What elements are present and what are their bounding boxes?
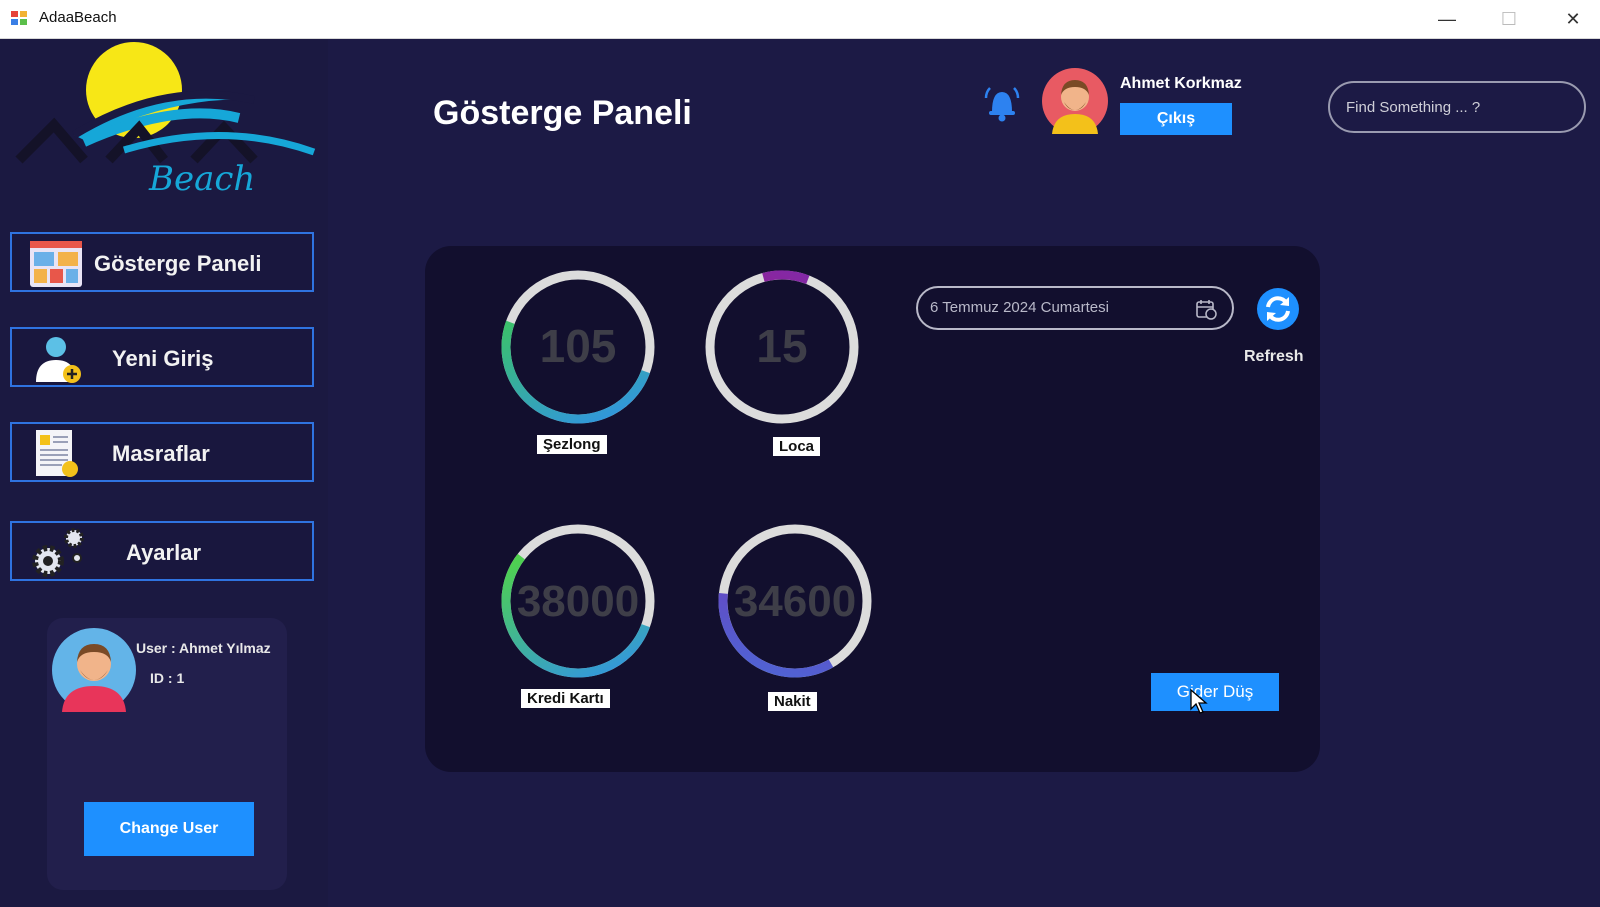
gauge-label: Nakit xyxy=(768,692,817,711)
nav-label: Yeni Giriş xyxy=(112,346,214,371)
nav-label: Gösterge Paneli xyxy=(94,251,262,276)
gauge-value: 38000 xyxy=(517,577,639,626)
date-value: 6 Temmuz 2024 Cumartesi xyxy=(930,299,1109,316)
calendar-icon[interactable] xyxy=(1195,298,1217,320)
user-name: User : Ahmet Yılmaz xyxy=(136,640,271,656)
refresh-icon[interactable] xyxy=(1256,287,1300,331)
gauge-value: 15 xyxy=(756,320,807,372)
gauge-label: Kredi Kartı xyxy=(521,689,610,708)
maximize-button[interactable]: ☐ xyxy=(1486,4,1532,34)
nav-label: Ayarlar xyxy=(126,540,202,565)
nav-dashboard[interactable]: Gösterge Paneli xyxy=(10,232,314,292)
gauge-value: 105 xyxy=(540,320,617,372)
document-icon xyxy=(36,430,78,477)
svg-text:Beach: Beach xyxy=(148,159,255,199)
refresh-label: Refresh xyxy=(1244,348,1304,365)
page-title: Gösterge Paneli xyxy=(433,94,692,132)
change-user-button[interactable]: Change User xyxy=(84,802,254,856)
dashboard-icon xyxy=(30,241,82,287)
minimize-button[interactable]: — xyxy=(1424,4,1470,34)
logout-button[interactable]: Çıkış xyxy=(1120,103,1232,135)
gider-dus-button[interactable]: Gider Düş xyxy=(1151,673,1279,711)
close-button[interactable]: ✕ xyxy=(1550,4,1596,34)
gauge-sezlong: 105 xyxy=(493,262,663,432)
app-icon xyxy=(11,11,27,25)
gauge-label: Şezlong xyxy=(537,435,607,454)
add-user-icon xyxy=(36,337,81,383)
nav-expenses[interactable]: Masraflar xyxy=(10,422,314,482)
nav-new-entry[interactable]: Yeni Giriş xyxy=(10,327,314,387)
gauge-kredi-karti: 38000 xyxy=(493,516,663,686)
gauge-nakit: 34600 xyxy=(710,516,880,686)
adaa-beach-logo: Beach xyxy=(15,42,316,199)
mouse-cursor-icon xyxy=(1190,689,1208,714)
header-avatar xyxy=(1042,68,1108,134)
gauge-value: 34600 xyxy=(734,577,856,626)
user-id: ID : 1 xyxy=(150,670,185,686)
header-user-name: Ahmet Korkmaz xyxy=(1120,75,1242,92)
nav-label: Masraflar xyxy=(112,441,210,466)
title-bar: AdaaBeach — ☐ ✕ xyxy=(0,0,1600,39)
date-picker[interactable]: 6 Temmuz 2024 Cumartesi xyxy=(916,286,1234,330)
nav-settings[interactable]: Ayarlar xyxy=(10,521,314,581)
gauge-label: Loca xyxy=(773,437,821,456)
user-avatar xyxy=(52,628,136,712)
search-input[interactable] xyxy=(1328,81,1586,133)
gauge-loca: 15 xyxy=(697,262,867,432)
window-title: AdaaBeach xyxy=(39,9,117,26)
gear-icon xyxy=(32,528,84,577)
notification-bell-icon[interactable] xyxy=(982,84,1022,124)
